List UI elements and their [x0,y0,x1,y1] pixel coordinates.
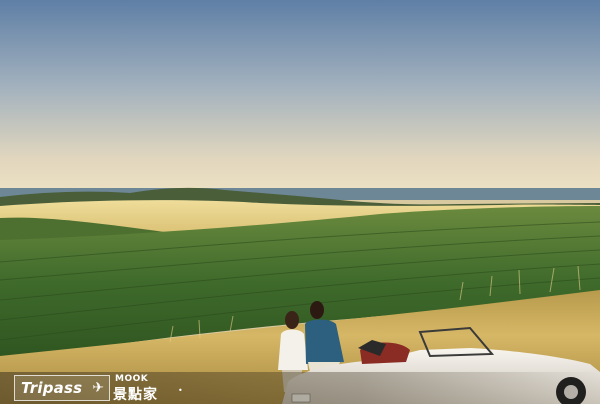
airplane-icon: ✈ [92,380,104,396]
site-name-cn: 景點家 [113,387,158,403]
separator-dot: • [178,386,183,395]
photo-scene: Tripass ✈ MOOK 景點家 • [0,0,600,404]
sky [0,0,600,200]
landscape-photo [0,0,600,404]
watermark-bar: Tripass ✈ MOOK 景點家 • [0,372,600,404]
tripass-logo: Tripass ✈ [14,375,110,401]
mook-label: MOOK [115,374,149,384]
brand-text: Tripass [21,379,83,397]
